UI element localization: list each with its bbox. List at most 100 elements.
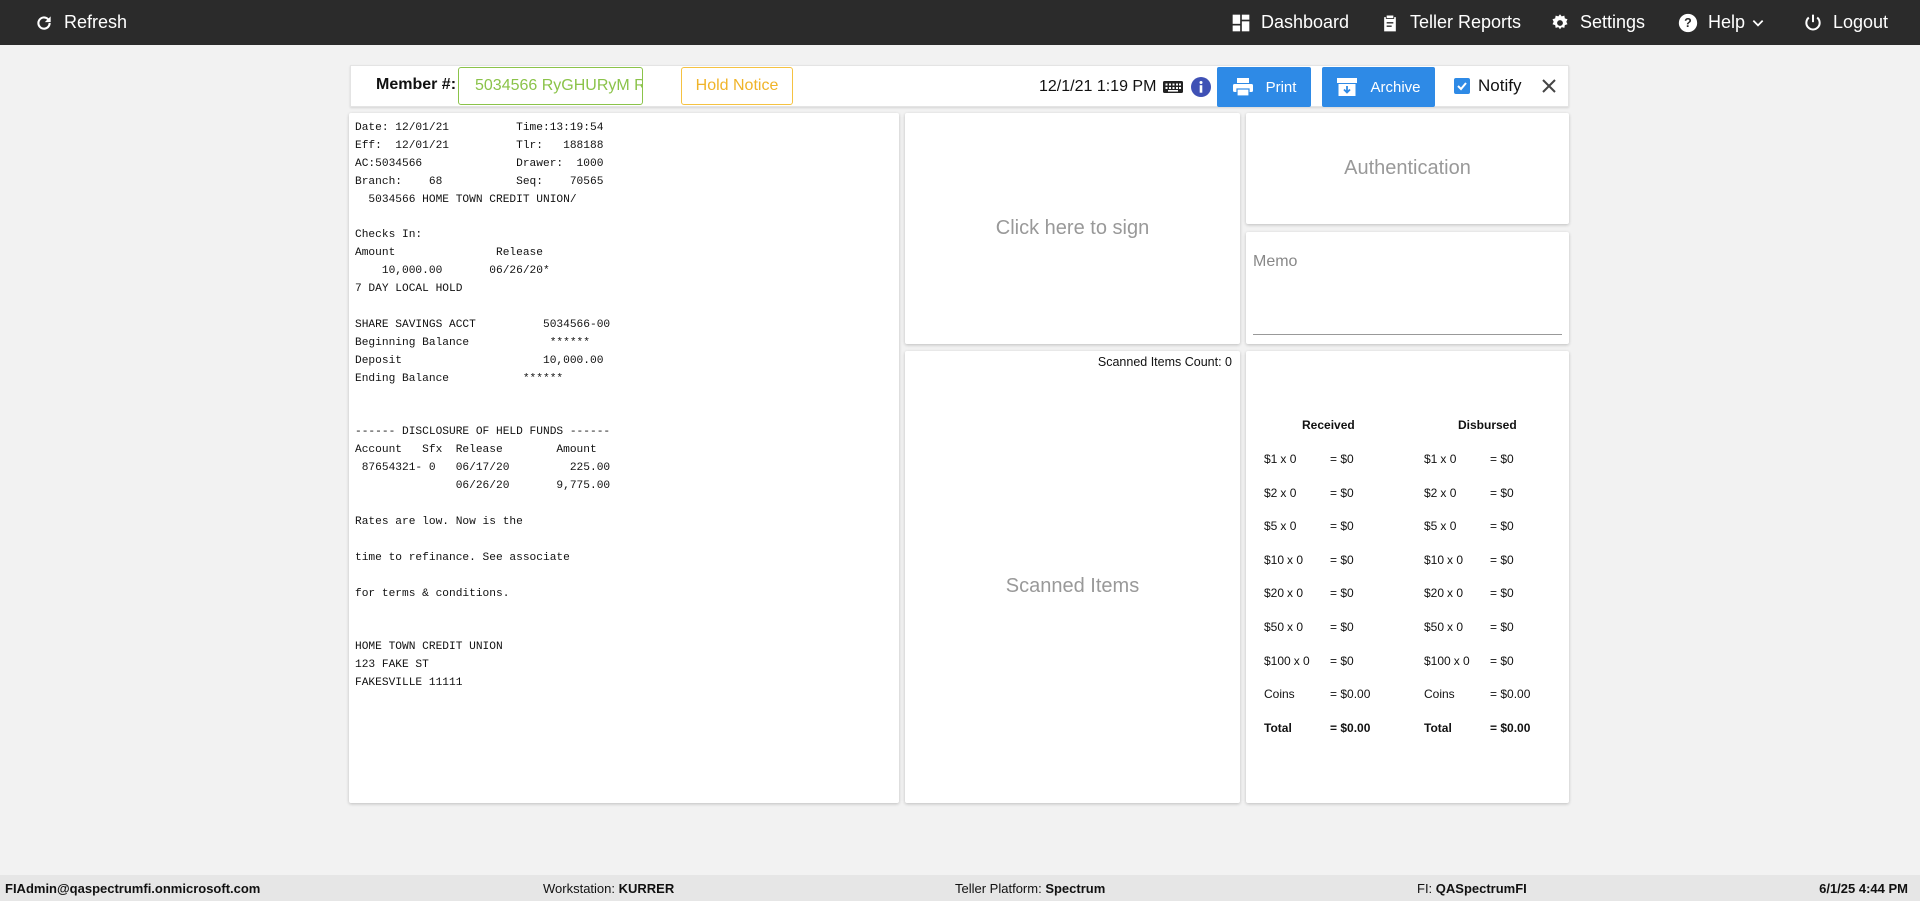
received-amount: = $0.00	[1330, 687, 1371, 702]
disbursed-amount: = $0	[1490, 552, 1514, 567]
receipt-line: Eff: 12/01/21 Tlr: 188188	[355, 139, 604, 152]
received-denomination: $5 x 0	[1264, 519, 1297, 534]
receipt-line: 5034566 HOME TOWN CREDIT UNION/	[355, 193, 577, 206]
receipt-line: AC:5034566 Drawer: 1000	[355, 157, 604, 170]
power-icon	[1805, 14, 1821, 30]
receipt-line: Branch: 68 Seq: 70565	[355, 175, 604, 188]
disbursed-denomination: $5 x 0	[1424, 519, 1457, 534]
received-amount: = $0	[1330, 452, 1354, 466]
authentication-label: Authentication	[1344, 157, 1471, 179]
printer-icon	[1232, 78, 1253, 97]
disbursed-denomination: $100 x 0	[1424, 653, 1470, 668]
logout-button[interactable]: Logout	[1803, 0, 1888, 45]
disbursed-denomination: $1 x 0	[1424, 452, 1457, 466]
received-amount: = $0	[1330, 519, 1354, 534]
close-icon[interactable]	[1540, 77, 1558, 95]
signature-prompt: Click here to sign	[995, 217, 1150, 239]
scanned-items-panel: Scanned Items Count: 0 Scanned Items	[905, 351, 1240, 803]
receipt-preview: Date: 12/01/21 Time:13:19:54 Eff: 12/01/…	[349, 113, 899, 803]
memo-label: Memo	[1253, 253, 1298, 270]
info-icon[interactable]	[1191, 77, 1211, 97]
received-denomination: $2 x 0	[1264, 485, 1297, 500]
receipt-line: Date: 12/01/21 Time:13:19:54	[355, 122, 604, 134]
receipt-text: Date: 12/01/21 Time:13:19:54 Eff: 12/01/…	[355, 120, 893, 693]
receipt-line: 7 DAY LOCAL HOLD	[355, 283, 463, 296]
member-value: 5034566 RyGHURyM R ...	[475, 77, 642, 94]
settings-link[interactable]: Settings	[1550, 0, 1645, 45]
print-label: Print	[1265, 78, 1297, 96]
memo-field[interactable]: Memo	[1246, 232, 1569, 344]
help-menu[interactable]: ? Help	[1678, 0, 1765, 45]
receipt-line: 06/26/20 9,775.00	[355, 480, 611, 493]
disbursed-amount: = $0.00	[1490, 687, 1531, 702]
help-label: Help	[1708, 12, 1746, 32]
teller-platform-info: Teller Platform: Spectrum	[955, 881, 1106, 896]
signature-pad[interactable]: Click here to sign	[905, 113, 1240, 344]
signed-in-user: FIAdmin@qaspectrumfi.onmicrosoft.com	[5, 881, 261, 896]
received-denomination: $20 x 0	[1264, 586, 1304, 601]
received-amount: = $0	[1330, 653, 1354, 668]
disbursed-amount: = $0	[1490, 485, 1514, 500]
archive-icon	[1337, 78, 1358, 96]
logout-label: Logout	[1833, 12, 1889, 32]
received-amount: = $0	[1330, 485, 1354, 500]
received-amount: = $0.00	[1330, 720, 1371, 735]
keyboard-icon[interactable]	[1163, 79, 1183, 95]
dashboard-label: Dashboard	[1261, 12, 1350, 32]
receipt-line: ------ DISCLOSURE OF HELD FUNDS ------	[355, 426, 611, 439]
current-datetime: 6/1/25 4:44 PM	[1819, 881, 1908, 896]
disbursed-denomination: $10 x 0	[1424, 552, 1464, 567]
clipboard-icon	[1384, 15, 1396, 31]
fi-info: FI: QASpectrumFI	[1417, 881, 1527, 896]
scanned-items-count: Scanned Items Count: 0	[1097, 355, 1232, 369]
transaction-datetime: 12/1/21 1:19 PM	[1039, 78, 1157, 95]
received-denomination: $50 x 0	[1264, 620, 1304, 634]
disbursed-amount: = $0	[1490, 620, 1514, 634]
receipt-line: 123 FAKE ST	[355, 659, 429, 672]
receipt-line: SHARE SAVINGS ACCT 5034566-00	[355, 318, 611, 331]
received-header: Received	[1302, 418, 1355, 432]
refresh-button[interactable]: Refresh	[34, 0, 127, 45]
dashboard-link[interactable]: Dashboard	[1231, 0, 1349, 45]
receipt-line: time to refinance. See associate	[355, 551, 570, 564]
scanned-items-title: Scanned Items	[1005, 575, 1140, 597]
receipt-line: 10,000.00 06/26/20*	[355, 265, 550, 278]
disbursed-denomination: $20 x 0	[1424, 586, 1464, 601]
help-icon: ?	[1678, 13, 1698, 32]
status-bar: FIAdmin@qaspectrumfi.onmicrosoft.com Wor…	[0, 875, 1920, 901]
archive-button[interactable]: Archive	[1322, 67, 1435, 107]
disbursed-amount: = $0	[1490, 452, 1514, 466]
transaction-header: Member #: 5034566 RyGHURyM R ... Hold No…	[350, 65, 1569, 107]
receipt-line: 87654321- 0 06/17/20 225.00	[355, 462, 611, 475]
received-denomination: $100 x 0	[1264, 653, 1310, 668]
teller-reports-link[interactable]: Teller Reports	[1380, 0, 1521, 45]
print-button[interactable]: Print	[1217, 67, 1311, 107]
member-button[interactable]: 5034566 RyGHURyM R ...	[458, 67, 643, 105]
received-denomination: Coins	[1264, 687, 1295, 702]
received-amount: = $0	[1330, 552, 1354, 567]
hold-notice-button[interactable]: Hold Notice	[681, 67, 793, 105]
disbursed-amount: = $0.00	[1490, 720, 1531, 735]
disbursed-header: Disbursed	[1458, 418, 1517, 432]
disbursed-denomination: Total	[1424, 720, 1452, 735]
notify-checkbox[interactable]: Notify	[1454, 76, 1521, 96]
cash-breakdown-panel: Received Disbursed $1 x 0 = $0 $1 x 0 = $0 $2 x…	[1246, 351, 1569, 803]
workstation-info: Workstation: KURRER	[543, 881, 675, 896]
disbursed-amount: = $0	[1490, 519, 1514, 534]
receipt-line: HOME TOWN CREDIT UNION	[355, 641, 503, 654]
authentication-panel[interactable]: Authentication	[1246, 113, 1569, 224]
dashboard-icon	[1232, 14, 1250, 31]
receipt-line: for terms & conditions.	[355, 587, 510, 600]
receipt-line: FAKESVILLE 11111	[355, 677, 463, 690]
disbursed-denomination: Coins	[1424, 687, 1455, 702]
receipt-line: Rates are low. Now is the	[355, 515, 523, 528]
disbursed-denomination: $50 x 0	[1424, 620, 1464, 634]
memo-underline	[1253, 334, 1562, 335]
receipt-line: Beginning Balance ******	[355, 336, 590, 349]
received-denomination: Total	[1264, 720, 1292, 735]
member-number-label: Member #:	[376, 76, 457, 93]
refresh-icon	[37, 15, 51, 30]
received-amount: = $0	[1330, 586, 1354, 601]
disbursed-amount: = $0	[1490, 586, 1514, 601]
svg-text:?: ?	[1684, 16, 1692, 30]
